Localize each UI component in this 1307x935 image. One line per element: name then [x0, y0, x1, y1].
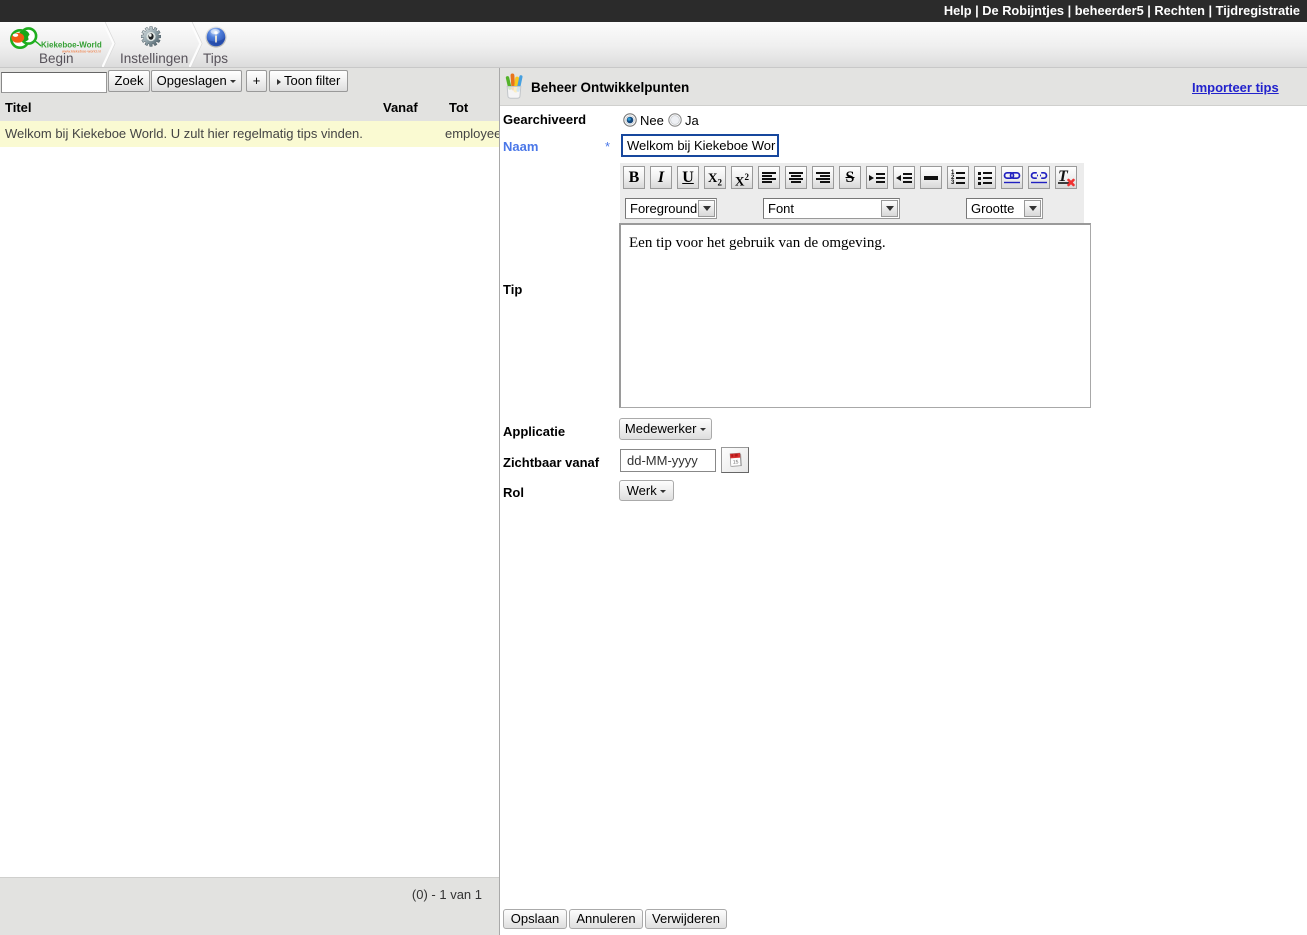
svg-text:Kiekeboe-World: Kiekeboe-World — [41, 41, 102, 50]
svg-text:15: 15 — [733, 459, 739, 465]
